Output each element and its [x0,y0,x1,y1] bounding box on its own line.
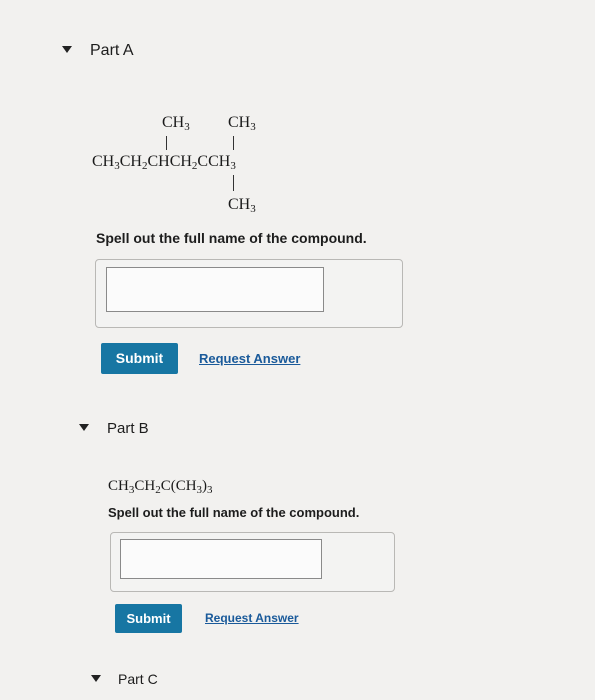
part-a-bond-top-right [233,136,234,150]
part-a-bond-top-left [166,136,167,150]
part-c-title[interactable]: Part C [118,671,158,687]
part-a-substituent-top-left: CH3 [162,114,190,133]
part-b-title[interactable]: Part B [107,420,149,437]
part-a-answer-input[interactable] [106,267,324,312]
part-a-prompt: Spell out the full name of the compound. [96,230,367,246]
part-b-prompt: Spell out the full name of the compound. [108,505,360,520]
part-b-caret-down-icon[interactable] [79,424,89,431]
part-c-caret-down-icon[interactable] [91,675,101,682]
part-a-bond-bottom [233,175,234,191]
part-b-request-answer-link[interactable]: Request Answer [205,611,299,625]
part-b-answer-input[interactable] [120,539,322,579]
part-a-caret-down-icon[interactable] [62,46,72,53]
part-a-title[interactable]: Part A [90,42,134,60]
part-a-submit-button[interactable]: Submit [101,343,178,374]
part-b-formula: CH3CH2C(CH3)3 [108,478,213,496]
part-a-substituent-bottom: CH3 [228,196,256,215]
part-a-main-chain: CH3CH2CHCH2CCH3 [92,153,236,172]
part-b-submit-button[interactable]: Submit [115,604,182,633]
part-a-substituent-top-right: CH3 [228,114,256,133]
part-a-request-answer-link[interactable]: Request Answer [199,351,300,366]
